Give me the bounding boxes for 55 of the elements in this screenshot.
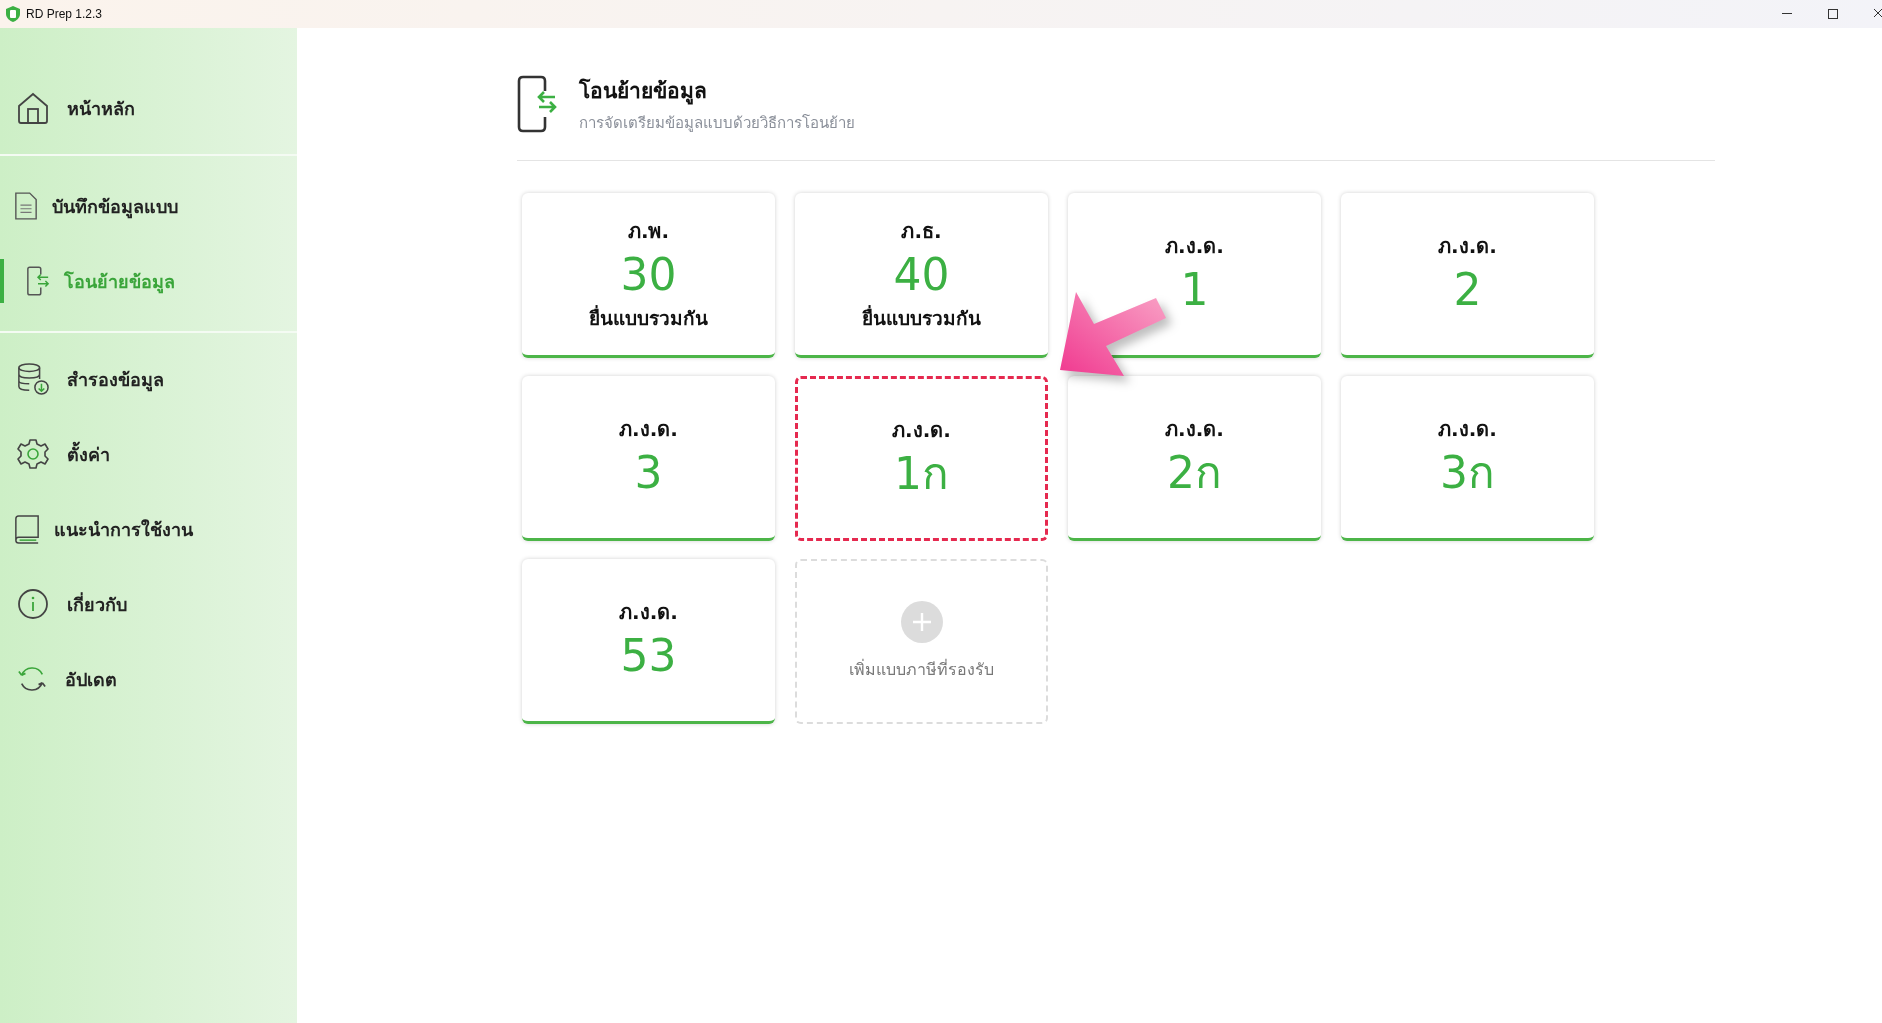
home-icon <box>17 92 49 124</box>
form-code: ภ.ง.ด. <box>892 417 951 445</box>
transfer-icon <box>26 265 50 297</box>
form-number: 3ก <box>1440 448 1495 498</box>
form-card[interactable]: ภ.ง.ด. 53 <box>522 559 775 724</box>
info-icon <box>17 588 49 620</box>
form-card[interactable]: ภ.ง.ด. 1ก <box>795 376 1048 541</box>
refresh-icon <box>17 664 47 694</box>
sidebar-item[interactable]: หน้าหลัก <box>0 86 297 130</box>
form-code: ภ.ง.ด. <box>1438 232 1497 260</box>
minimize-icon[interactable] <box>1782 13 1792 15</box>
form-note: ยื่นแบบรวมกัน <box>589 304 708 332</box>
sidebar-item[interactable]: อัปเดต <box>0 657 297 701</box>
form-code: ภ.ง.ด. <box>619 598 678 626</box>
page-subtitle: การจัดเตรียมข้อมูลแบบด้วยวิธีการโอนย้าย <box>579 112 855 134</box>
form-card[interactable]: ภ.ธ. 40 ยื่นแบบรวมกัน <box>795 193 1048 358</box>
close-icon[interactable] <box>1874 9 1882 19</box>
form-number: 3 <box>634 448 663 498</box>
window-title: RD Prep 1.2.3 <box>26 7 103 21</box>
add-form-card[interactable]: เพิ่มแบบภาษีที่รองรับ <box>795 559 1048 724</box>
form-number: 2ก <box>1167 448 1222 498</box>
book-icon <box>14 514 40 544</box>
form-note: ยื่นแบบรวมกัน <box>862 304 981 332</box>
form-number: 1 <box>1180 265 1209 315</box>
maximize-icon[interactable] <box>1828 9 1838 19</box>
form-code: ภ.ธ. <box>901 217 942 245</box>
settings-icon <box>17 438 49 470</box>
form-card[interactable]: ภ.ง.ด. 2 <box>1341 193 1594 358</box>
form-number: 40 <box>893 250 950 300</box>
form-code: ภ.ง.ด. <box>1438 415 1497 443</box>
sidebar-item[interactable]: ตั้งค่า <box>0 432 297 476</box>
form-code: ภ.ง.ด. <box>619 415 678 443</box>
shield-logo-icon <box>6 6 20 22</box>
sidebar-item[interactable]: สำรองข้อมูล <box>0 357 297 401</box>
page-title: โอนย้ายข้อมูล <box>579 77 708 107</box>
form-number: 53 <box>620 631 677 681</box>
form-number: 1ก <box>894 450 949 499</box>
sidebar-item[interactable]: แนะนำการใช้งาน <box>0 507 297 551</box>
sidebar-item[interactable]: เกี่ยวกับ <box>0 582 297 626</box>
form-card[interactable]: ภ.ง.ด. 3 <box>522 376 775 541</box>
form-code: ภ.ง.ด. <box>1165 415 1224 443</box>
form-code: ภ.พ. <box>627 217 670 245</box>
add-form-label: เพิ่มแบบภาษีที่รองรับ <box>849 658 994 681</box>
transfer-icon <box>517 75 557 133</box>
form-code: ภ.ง.ด. <box>1165 232 1224 260</box>
form-card[interactable]: ภ.ง.ด. 1 <box>1068 193 1321 358</box>
database-download-icon <box>17 363 49 395</box>
document-icon <box>14 191 38 221</box>
form-card[interactable]: ภ.พ. 30 ยื่นแบบรวมกัน <box>522 193 775 358</box>
sidebar-item[interactable]: บันทึกข้อมูลแบบ <box>0 184 297 228</box>
plus-icon <box>900 601 943 643</box>
form-number: 30 <box>620 250 677 300</box>
form-card[interactable]: ภ.ง.ด. 2ก <box>1068 376 1321 541</box>
form-card[interactable]: ภ.ง.ด. 3ก <box>1341 376 1594 541</box>
form-number: 2 <box>1453 265 1482 315</box>
